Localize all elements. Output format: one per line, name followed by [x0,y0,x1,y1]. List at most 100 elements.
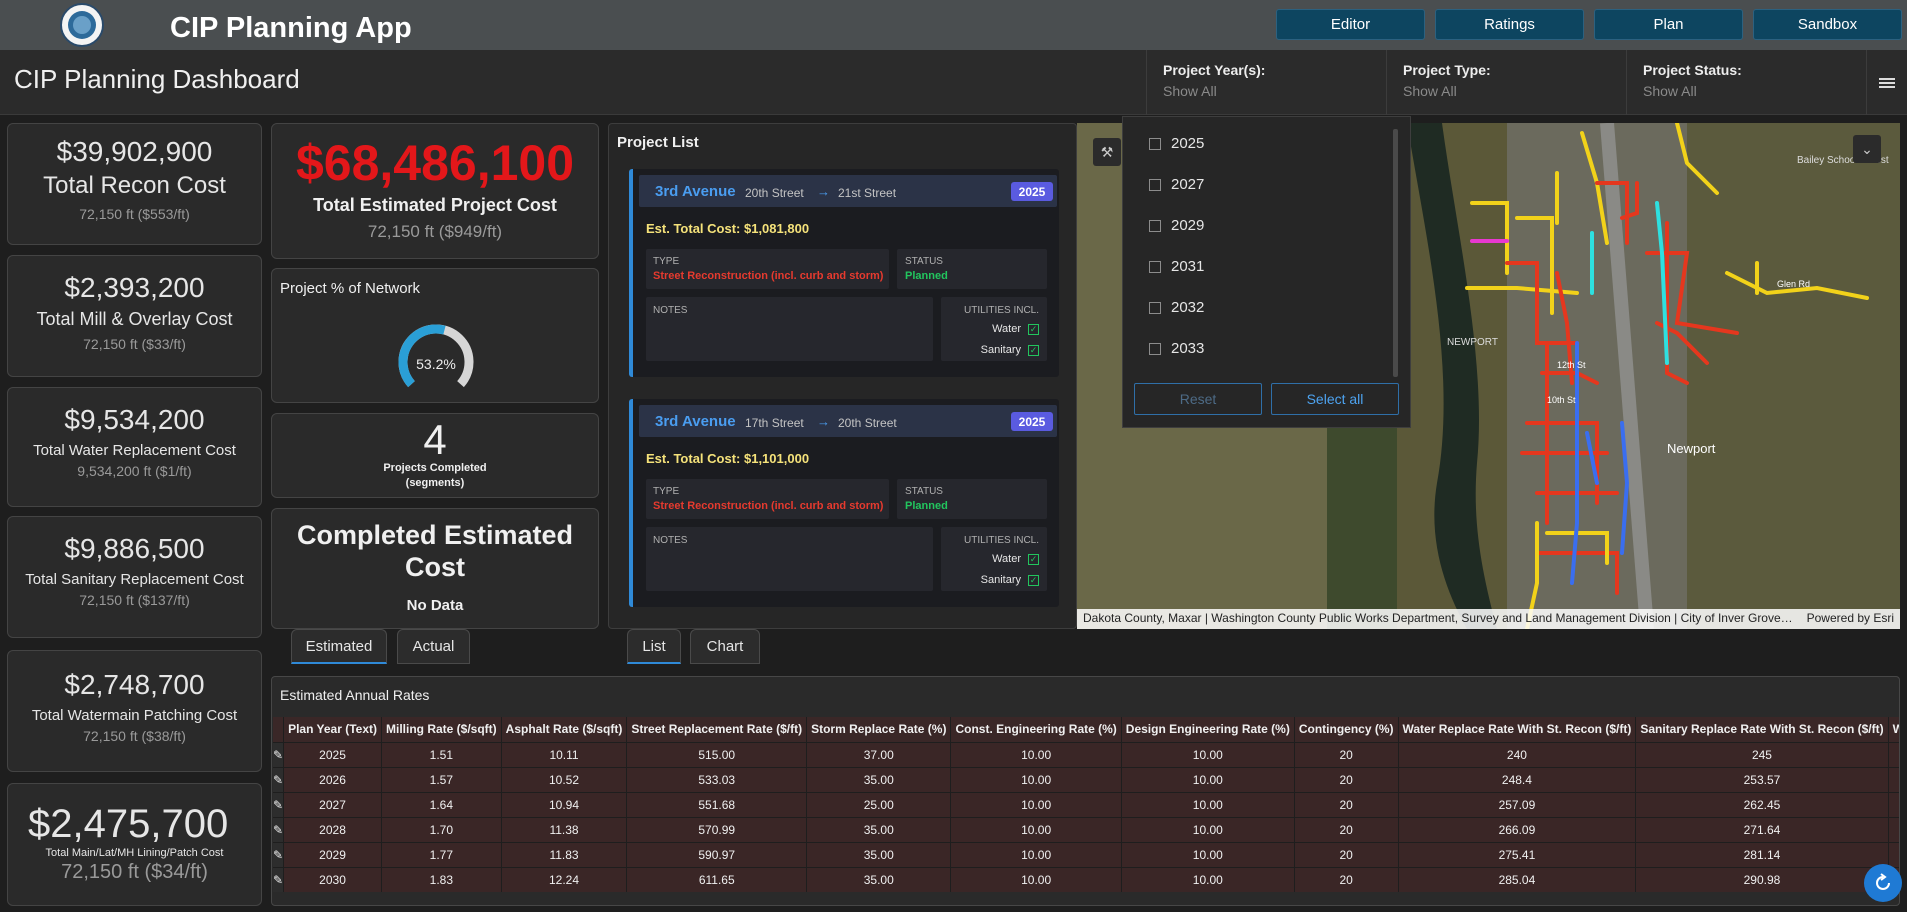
column-header[interactable]: Storm Replace Rate (%) [806,717,952,742]
nav-plan-button[interactable]: Plan [1594,9,1743,40]
total-estimated-amount: $68,486,100 [295,135,575,191]
collapse-chevron-icon[interactable]: ⌄ [1853,135,1881,163]
edit-pencil-icon[interactable]: ✎ [273,841,285,867]
table-cell: 285.04 [1398,866,1637,892]
tab-list[interactable]: List [627,629,681,664]
refresh-glyph [1876,873,1890,890]
year-option[interactable]: 2032 [1149,299,1204,316]
tab-chart[interactable]: Chart [690,629,760,664]
checkbox[interactable] [1149,219,1161,232]
column-header[interactable]: Milling Rate ($/sqft) [381,717,502,742]
column-header[interactable]: Const. Engineering Rate (%) [950,717,1122,742]
reset-button[interactable]: Reset [1134,383,1262,415]
table-header-row: Plan Year (Text) Milling Rate ($/sqft) A… [273,717,1899,742]
column-header[interactable]: Sanitary Replace Rate With St. Recon ($/… [1635,717,1889,742]
card-name: Total Sanitary Replacement Cost [25,571,244,588]
refresh-icon[interactable] [1864,864,1902,902]
column-header[interactable]: Plan Year (Text) [283,717,382,742]
filter-label: Project Status: [1643,62,1742,78]
column-header[interactable]: Design Engineering Rate (%) [1121,717,1295,742]
nav-sandbox-button[interactable]: Sandbox [1753,9,1902,40]
menu-icon[interactable] [1866,50,1907,115]
arrow-right-icon: → [817,184,830,199]
completed-cost-value: No Data [406,597,464,614]
table-cell [1888,766,1899,792]
table-row[interactable]: ✎ 2029 1.77 11.83 590.97 35.00 10.00 10.00 20 275… [273,841,1899,867]
column-header[interactable]: W [1888,717,1899,742]
page-title: CIP Planning Dashboard [14,64,300,94]
table-cell: 551.68 [626,791,808,817]
table-cell: 257.09 [1398,791,1637,817]
table-row[interactable]: ✎ 2026 1.57 10.52 533.03 35.00 10.00 10.00 20 248… [273,766,1899,792]
column-header[interactable]: Water Replace Rate With St. Recon ($/ft) [1398,717,1637,742]
utilities-label: UTILITIES INCL. [963,305,1039,316]
year-option[interactable]: 2025 [1149,135,1204,152]
checkbox[interactable] [1149,137,1161,150]
table-cell: 37.00 [806,741,952,767]
checkbox[interactable] [1149,260,1161,273]
table-cell: 10.00 [1121,741,1295,767]
project-status: Planned [905,270,948,282]
edit-pencil-icon[interactable]: ✎ [273,766,285,792]
card-name: Total Recon Cost [43,172,226,199]
edit-pencil-icon[interactable]: ✎ [273,866,285,892]
filter-project-status[interactable]: Project Status: Show All [1626,50,1866,115]
check-icon: ✓ [1028,575,1039,586]
table-cell: 1.83 [381,866,502,892]
table-cell: 266.09 [1398,816,1637,842]
table-cell: 10.00 [950,841,1122,867]
table-row[interactable]: ✎ 2030 1.83 12.24 611.65 35.00 10.00 10.00 20 285… [273,866,1899,892]
year-option[interactable]: 2027 [1149,176,1204,193]
tab-estimated[interactable]: Estimated [291,629,387,664]
projects-completed-sub: (segments) [405,477,465,489]
card-name: Total Mill & Overlay Cost [36,309,233,329]
map-label-newport-caps: NEWPORT [1447,337,1498,348]
year-filter-dropdown[interactable]: 2025 2027 2029 2031 2032 2033 Reset Sele… [1122,116,1411,428]
table-cell: 533.03 [626,766,808,792]
filter-project-type[interactable]: Project Type: Show All [1386,50,1626,115]
year-option-label: 2029 [1171,217,1205,234]
edit-pencil-icon[interactable]: ✎ [273,741,285,767]
checkbox[interactable] [1149,342,1161,355]
nav-editor-button[interactable]: Editor [1276,9,1425,40]
dropdown-scrollbar[interactable] [1393,129,1398,377]
project-type: Street Reconstruction (incl. curb and st… [653,500,884,512]
tab-actual[interactable]: Actual [397,629,470,664]
table-row[interactable]: ✎ 2027 1.64 10.94 551.68 25.00 10.00 10.00 20 257… [273,791,1899,817]
table-cell: 281.14 [1635,841,1889,867]
lining-patch-cost-card: $2,475,700 Total Main/Lat/MH Lining/Patc… [7,783,262,906]
project-list-item[interactable]: 3rd Avenue 17th Street → 20th Street 202… [629,399,1059,607]
year-option[interactable]: 2031 [1149,258,1204,275]
filter-value: Show All [1163,83,1217,99]
utility-sanitary: Sanitary [980,574,1021,586]
table-cell [1888,816,1899,842]
table-row[interactable]: ✎ 2028 1.70 11.38 570.99 35.00 10.00 10.00 20 266… [273,816,1899,842]
table-cell: 11.83 [501,841,628,867]
year-option[interactable]: 2033 [1149,340,1204,357]
column-header[interactable]: Contingency (%) [1294,717,1399,742]
card-sub: 72,150 ft ($553/ft) [79,206,190,222]
nav-ratings-button[interactable]: Ratings [1435,9,1584,40]
map-land-east [1687,123,1900,629]
filter-project-years[interactable]: Project Year(s): Show All [1146,50,1386,115]
dashboard-header: CIP Planning Dashboard Project Year(s): … [0,50,1907,115]
filter-label: Project Year(s): [1163,62,1266,78]
checkbox[interactable] [1149,178,1161,191]
column-header[interactable]: Street Replacement Rate ($/ft) [626,717,808,742]
table-cell: 10.00 [1121,866,1295,892]
checkbox[interactable] [1149,301,1161,314]
project-list-item[interactable]: 3rd Avenue 20th Street → 21st Street 202… [629,169,1059,377]
card-amount: $9,534,200 [64,404,205,435]
column-header[interactable]: Asphalt Rate ($/sqft) [501,717,628,742]
powered-by-esri[interactable]: Powered by Esri [1807,611,1894,625]
edit-pencil-icon[interactable]: ✎ [273,816,285,842]
edit-pencil-icon[interactable]: ✎ [273,791,285,817]
select-all-button[interactable]: Select all [1271,383,1399,415]
table-row[interactable]: ✎ 2025 1.51 10.11 515.00 37.00 10.00 10.00 20 240… [273,741,1899,767]
rates-table: Plan Year (Text) Milling Rate ($/sqft) A… [273,717,1899,892]
wrench-icon[interactable]: ⚒ [1093,138,1121,166]
table-cell: 290.98 [1635,866,1889,892]
year-option[interactable]: 2029 [1149,217,1204,234]
card-sub: 72,150 ft ($38/ft) [83,728,186,744]
completed-estimated-cost-card: Completed Estimated Cost No Data [271,508,599,629]
